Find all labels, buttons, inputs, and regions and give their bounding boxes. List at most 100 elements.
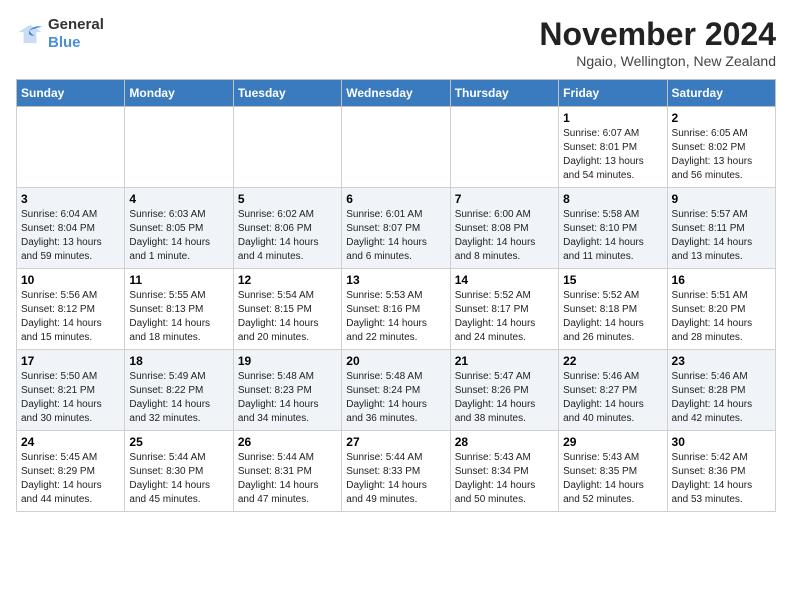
day-number: 3 xyxy=(21,192,120,206)
day-header-monday: Monday xyxy=(125,80,233,107)
calendar-cell: 7 Sunrise: 6:00 AMSunset: 8:08 PMDaylight… xyxy=(450,188,558,269)
calendar-cell: 8Sunrise: 5:58 AMSunset: 8:10 PMDaylight… xyxy=(559,188,667,269)
day-number: 21 xyxy=(455,354,554,368)
week-row-1: 1 Sunrise: 6:07 AMSunset: 8:01 PMDaylight… xyxy=(17,107,776,188)
month-title: November 2024 xyxy=(539,16,776,53)
day-info: Sunrise: 5:50 AMSunset: 8:21 PMDaylight:… xyxy=(21,370,120,426)
week-row-5: 24Sunrise: 5:45 AMSunset: 8:29 PMDayligh… xyxy=(17,431,776,512)
calendar-cell: 10 Sunrise: 5:56 AMSunset: 8:12 PMDayligh… xyxy=(17,269,125,350)
title-block: November 2024 Ngaio, Wellington, New Zea… xyxy=(539,16,776,69)
calendar-cell: 5 Sunrise: 6:02 AMSunset: 8:06 PMDaylight… xyxy=(233,188,341,269)
day-number: 17 xyxy=(21,354,120,368)
day-number: 18 xyxy=(129,354,228,368)
day-info: Sunrise: 6:00 AMSunset: 8:08 PMDaylight:… xyxy=(455,208,554,264)
calendar-cell: 26Sunrise: 5:44 AMSunset: 8:31 PMDayligh… xyxy=(233,431,341,512)
day-info: Sunrise: 5:44 AMSunset: 8:30 PMDaylight:… xyxy=(129,451,228,507)
calendar-cell: 21 Sunrise: 5:47 AMSunset: 8:26 PMDayligh… xyxy=(450,350,558,431)
calendar-cell xyxy=(450,107,558,188)
day-number: 24 xyxy=(21,435,120,449)
week-row-2: 3 Sunrise: 6:04 AMSunset: 8:04 PMDaylight… xyxy=(17,188,776,269)
day-number: 13 xyxy=(346,273,445,287)
day-number: 25 xyxy=(129,435,228,449)
calendar-cell: 11Sunrise: 5:55 AMSunset: 8:13 PMDayligh… xyxy=(125,269,233,350)
day-info: Sunrise: 6:05 AMSunset: 8:02 PMDaylight:… xyxy=(672,127,771,183)
calendar-cell: 4Sunrise: 6:03 AMSunset: 8:05 PMDaylight… xyxy=(125,188,233,269)
day-info: Sunrise: 5:51 AMSunset: 8:20 PMDaylight:… xyxy=(672,289,771,345)
day-number: 1 xyxy=(563,111,662,125)
day-header-friday: Friday xyxy=(559,80,667,107)
calendar-cell: 20 Sunrise: 5:48 AMSunset: 8:24 PMDayligh… xyxy=(342,350,450,431)
week-row-4: 17 Sunrise: 5:50 AMSunset: 8:21 PMDayligh… xyxy=(17,350,776,431)
day-number: 26 xyxy=(238,435,337,449)
calendar-cell: 30Sunrise: 5:42 AMSunset: 8:36 PMDayligh… xyxy=(667,431,775,512)
day-number: 4 xyxy=(129,192,228,206)
calendar-table: SundayMondayTuesdayWednesdayThursdayFrid… xyxy=(16,79,776,512)
day-number: 20 xyxy=(346,354,445,368)
day-info: Sunrise: 5:46 AMSunset: 8:27 PMDaylight:… xyxy=(563,370,662,426)
calendar-cell: 16 Sunrise: 5:51 AMSunset: 8:20 PMDayligh… xyxy=(667,269,775,350)
day-info: Sunrise: 5:49 AMSunset: 8:22 PMDaylight:… xyxy=(129,370,228,426)
day-number: 27 xyxy=(346,435,445,449)
calendar-cell: 15Sunrise: 5:52 AMSunset: 8:18 PMDayligh… xyxy=(559,269,667,350)
day-header-saturday: Saturday xyxy=(667,80,775,107)
week-row-3: 10 Sunrise: 5:56 AMSunset: 8:12 PMDayligh… xyxy=(17,269,776,350)
day-number: 16 xyxy=(672,273,771,287)
location: Ngaio, Wellington, New Zealand xyxy=(539,53,776,69)
day-header-tuesday: Tuesday xyxy=(233,80,341,107)
day-number: 11 xyxy=(129,273,228,287)
calendar-cell xyxy=(233,107,341,188)
calendar-cell: 25 Sunrise: 5:44 AMSunset: 8:30 PMDayligh… xyxy=(125,431,233,512)
day-number: 10 xyxy=(21,273,120,287)
calendar-cell: 13Sunrise: 5:53 AMSunset: 8:16 PMDayligh… xyxy=(342,269,450,350)
day-number: 23 xyxy=(672,354,771,368)
day-number: 19 xyxy=(238,354,337,368)
calendar-cell xyxy=(17,107,125,188)
day-header-wednesday: Wednesday xyxy=(342,80,450,107)
calendar-cell: 27Sunrise: 5:44 AMSunset: 8:33 PMDayligh… xyxy=(342,431,450,512)
day-number: 22 xyxy=(563,354,662,368)
calendar-cell: 18 Sunrise: 5:49 AMSunset: 8:22 PMDayligh… xyxy=(125,350,233,431)
calendar-cell: 2 Sunrise: 6:05 AMSunset: 8:02 PMDaylight… xyxy=(667,107,775,188)
calendar-cell: 14 Sunrise: 5:52 AMSunset: 8:17 PMDayligh… xyxy=(450,269,558,350)
day-header-thursday: Thursday xyxy=(450,80,558,107)
day-info: Sunrise: 5:46 AMSunset: 8:28 PMDaylight:… xyxy=(672,370,771,426)
calendar-cell: 29Sunrise: 5:43 AMSunset: 8:35 PMDayligh… xyxy=(559,431,667,512)
day-number: 9 xyxy=(672,192,771,206)
logo-blue: Blue xyxy=(48,34,81,51)
calendar-cell xyxy=(342,107,450,188)
day-info: Sunrise: 6:01 AMSunset: 8:07 PMDaylight:… xyxy=(346,208,445,264)
day-number: 5 xyxy=(238,192,337,206)
day-info: Sunrise: 5:48 AMSunset: 8:24 PMDaylight:… xyxy=(346,370,445,426)
day-info: Sunrise: 5:42 AMSunset: 8:36 PMDaylight:… xyxy=(672,451,771,507)
day-info: Sunrise: 6:04 AMSunset: 8:04 PMDaylight:… xyxy=(21,208,120,264)
logo-icon xyxy=(16,23,44,45)
day-info: Sunrise: 5:43 AMSunset: 8:34 PMDaylight:… xyxy=(455,451,554,507)
calendar-cell: 22 Sunrise: 5:46 AMSunset: 8:27 PMDayligh… xyxy=(559,350,667,431)
day-info: Sunrise: 5:52 AMSunset: 8:17 PMDaylight:… xyxy=(455,289,554,345)
day-info: Sunrise: 5:56 AMSunset: 8:12 PMDaylight:… xyxy=(21,289,120,345)
logo-general: General xyxy=(48,16,104,33)
day-info: Sunrise: 6:07 AMSunset: 8:01 PMDaylight:… xyxy=(563,127,662,183)
calendar-cell: 23 Sunrise: 5:46 AMSunset: 8:28 PMDayligh… xyxy=(667,350,775,431)
day-info: Sunrise: 5:58 AMSunset: 8:10 PMDaylight:… xyxy=(563,208,662,264)
calendar-cell xyxy=(125,107,233,188)
calendar-cell: 6 Sunrise: 6:01 AMSunset: 8:07 PMDaylight… xyxy=(342,188,450,269)
calendar-cell: 19 Sunrise: 5:48 AMSunset: 8:23 PMDayligh… xyxy=(233,350,341,431)
calendar-cell: 17 Sunrise: 5:50 AMSunset: 8:21 PMDayligh… xyxy=(17,350,125,431)
day-info: Sunrise: 6:02 AMSunset: 8:06 PMDaylight:… xyxy=(238,208,337,264)
day-number: 7 xyxy=(455,192,554,206)
day-number: 6 xyxy=(346,192,445,206)
page-header: General Blue November 2024 Ngaio, Wellin… xyxy=(16,16,776,69)
day-info: Sunrise: 5:43 AMSunset: 8:35 PMDaylight:… xyxy=(563,451,662,507)
calendar-cell: 3 Sunrise: 6:04 AMSunset: 8:04 PMDaylight… xyxy=(17,188,125,269)
day-number: 15 xyxy=(563,273,662,287)
day-info: Sunrise: 5:48 AMSunset: 8:23 PMDaylight:… xyxy=(238,370,337,426)
day-number: 2 xyxy=(672,111,771,125)
day-number: 14 xyxy=(455,273,554,287)
calendar-cell: 12Sunrise: 5:54 AMSunset: 8:15 PMDayligh… xyxy=(233,269,341,350)
calendar-cell: 9 Sunrise: 5:57 AMSunset: 8:11 PMDaylight… xyxy=(667,188,775,269)
days-header-row: SundayMondayTuesdayWednesdayThursdayFrid… xyxy=(17,80,776,107)
day-info: Sunrise: 5:47 AMSunset: 8:26 PMDaylight:… xyxy=(455,370,554,426)
day-info: Sunrise: 5:57 AMSunset: 8:11 PMDaylight:… xyxy=(672,208,771,264)
logo: General Blue xyxy=(16,16,104,52)
